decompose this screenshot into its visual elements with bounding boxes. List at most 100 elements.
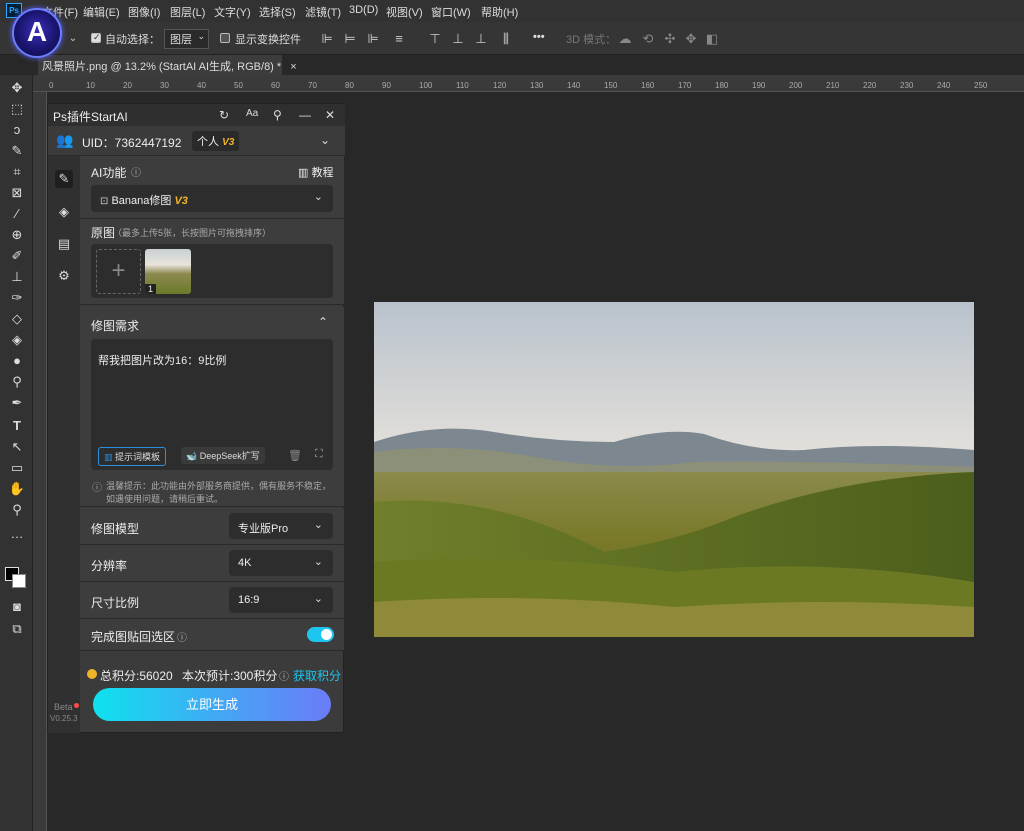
align-bottom-icon[interactable]: ⊥ bbox=[472, 30, 490, 48]
generate-button[interactable]: 立即生成 bbox=[93, 688, 331, 721]
edit-icon[interactable]: ✎ bbox=[55, 170, 73, 188]
menu-window[interactable]: 窗口(W) bbox=[431, 4, 471, 20]
prompt-template-button[interactable]: ▥ 提示词模板 bbox=[98, 447, 167, 466]
distribute-icon[interactable]: ≡ bbox=[390, 30, 408, 48]
blur-tool-icon[interactable]: ● bbox=[8, 352, 26, 370]
zoom-tool-icon[interactable]: ⚲ bbox=[8, 501, 26, 519]
document-icon[interactable]: ▤ bbox=[55, 235, 73, 253]
menu-select[interactable]: 选择(S) bbox=[259, 4, 296, 20]
model-row: 修图模型 专业版Pro ⌄ bbox=[80, 508, 344, 545]
layers-icon[interactable]: ◈ bbox=[55, 203, 73, 221]
canvas-image[interactable] bbox=[374, 302, 974, 637]
tutorial-link[interactable]: ▥ 教程 bbox=[298, 164, 333, 180]
request-textarea[interactable]: 帮我把图片改为16：9比例 ▥ 提示词模板 🐋 DeepSeek扩写 🗑 ⛶ bbox=[91, 339, 333, 470]
startai-logo[interactable]: A bbox=[12, 8, 62, 58]
tools-panel: ✥ ⬚ ↄ ✎ ⌗ ⊠ ⁄ ⊕ ✐ ⊥ ✑ ◇ ◈ ● ⚲ ✒ T ↖ ▭ ✋ … bbox=[0, 75, 33, 831]
brush-tool-icon[interactable]: ✐ bbox=[8, 247, 26, 265]
more-tools-icon[interactable]: … bbox=[8, 525, 26, 543]
stamp-tool-icon[interactable]: ⊥ bbox=[8, 268, 26, 286]
ratio-label: 尺寸比例 bbox=[91, 596, 140, 610]
menu-filter[interactable]: 滤镜(T) bbox=[305, 4, 341, 20]
document-tab[interactable]: 风景照片.png @ 13.2% (StartAI AI生成, RGB/8) *… bbox=[38, 55, 297, 75]
align-left-icon[interactable]: ⊫ bbox=[318, 30, 336, 48]
auto-select-dropdown[interactable]: 图层 ⌄ bbox=[164, 29, 209, 49]
font-size-icon[interactable]: Aa bbox=[246, 108, 258, 119]
menu-image[interactable]: 图像(I) bbox=[128, 4, 160, 20]
panel-title: Ps插件StartAI bbox=[53, 110, 128, 124]
pen-tool-icon[interactable]: ✒ bbox=[8, 394, 26, 412]
slide-icon[interactable]: ✥ bbox=[682, 30, 700, 48]
paste-back-toggle[interactable] bbox=[307, 627, 334, 642]
chevron-down-icon[interactable]: ⌄ bbox=[64, 30, 82, 48]
quick-mask-icon[interactable]: ◙ bbox=[8, 598, 26, 616]
align-right-icon[interactable]: ⊫ bbox=[364, 30, 382, 48]
marquee-tool-icon[interactable]: ⬚ bbox=[8, 100, 26, 118]
paint-bucket-icon[interactable]: ◈ bbox=[8, 331, 26, 349]
ruler-mark: 50 bbox=[234, 81, 243, 90]
align-center-icon[interactable]: ⊨ bbox=[341, 30, 359, 48]
menu-type[interactable]: 文字(Y) bbox=[214, 4, 251, 20]
eyedropper-tool-icon[interactable]: ⁄ bbox=[8, 205, 26, 223]
distribute-vertical-icon[interactable]: ⫼ bbox=[497, 30, 515, 48]
auto-select-checkbox[interactable] bbox=[91, 32, 101, 43]
menu-layer[interactable]: 图层(L) bbox=[170, 4, 205, 20]
frame-tool-icon[interactable]: ⊠ bbox=[8, 184, 26, 202]
close-tab-icon[interactable]: × bbox=[290, 61, 296, 73]
minimize-icon[interactable]: — bbox=[299, 108, 311, 122]
roll-icon[interactable]: ⟲ bbox=[639, 30, 657, 48]
hand-tool-icon[interactable]: ✋ bbox=[8, 480, 26, 498]
ratio-dropdown[interactable]: 16:9 ⌄ bbox=[229, 587, 333, 613]
orbit-icon[interactable]: ☁ bbox=[616, 30, 634, 48]
get-points-link[interactable]: 获取积分 bbox=[293, 667, 341, 684]
screen-mode-icon[interactable]: ⧉ bbox=[8, 620, 26, 638]
ruler-mark: 30 bbox=[160, 81, 169, 90]
show-transform-checkbox[interactable] bbox=[220, 33, 230, 43]
rectangle-tool-icon[interactable]: ▭ bbox=[8, 459, 26, 477]
ai-function-section: AI功能 ⓘ ▥ 教程 ⊡ Banana修图 V3 ⌄ bbox=[80, 156, 344, 219]
ai-function-dropdown[interactable]: ⊡ Banana修图 V3 ⌄ bbox=[91, 185, 333, 212]
tutorial-label: 教程 bbox=[311, 167, 334, 179]
menu-help[interactable]: 帮助(H) bbox=[481, 4, 518, 20]
close-icon[interactable]: ✕ bbox=[325, 108, 335, 122]
model-dropdown[interactable]: 专业版Pro ⌄ bbox=[229, 513, 333, 539]
landscape-photo bbox=[374, 302, 974, 637]
path-select-icon[interactable]: ↖ bbox=[8, 438, 26, 456]
ruler-mark: 180 bbox=[715, 81, 729, 90]
info-icon[interactable]: ⓘ bbox=[177, 629, 187, 644]
deepseek-expand-button[interactable]: 🐋 DeepSeek扩写 bbox=[181, 447, 265, 464]
crop-tool-icon[interactable]: ⌗ bbox=[8, 163, 26, 181]
delete-icon[interactable]: 🗑 bbox=[288, 449, 302, 462]
ruler-mark: 170 bbox=[678, 81, 692, 90]
drag-icon[interactable]: ✣ bbox=[661, 30, 679, 48]
chevron-up-icon[interactable]: ⌃ bbox=[318, 315, 328, 329]
resolution-dropdown[interactable]: 4K ⌄ bbox=[229, 550, 333, 576]
more-options-button[interactable]: ••• bbox=[533, 31, 545, 43]
pin-icon[interactable]: ⚲ bbox=[273, 108, 282, 122]
menu-3d[interactable]: 3D(D) bbox=[349, 4, 378, 16]
eraser-tool-icon[interactable]: ◇ bbox=[8, 310, 26, 328]
add-image-button[interactable]: + bbox=[96, 249, 141, 294]
dodge-tool-icon[interactable]: ⚲ bbox=[8, 373, 26, 391]
info-icon[interactable]: ⓘ bbox=[279, 668, 289, 683]
lasso-tool-icon[interactable]: ↄ bbox=[8, 121, 26, 139]
move-tool-icon[interactable]: ✥ bbox=[8, 79, 26, 97]
source-thumbnail[interactable]: 1 bbox=[145, 249, 191, 294]
info-icon[interactable]: ⓘ bbox=[131, 164, 141, 179]
quick-select-tool-icon[interactable]: ✎ bbox=[8, 142, 26, 160]
ruler-mark: 140 bbox=[567, 81, 581, 90]
scale-icon[interactable]: ◧ bbox=[703, 30, 721, 48]
healing-tool-icon[interactable]: ⊕ bbox=[8, 226, 26, 244]
align-middle-icon[interactable]: ⊥ bbox=[449, 30, 467, 48]
expand-icon[interactable]: ⛶ bbox=[315, 448, 323, 461]
chevron-down-icon[interactable]: ⌄ bbox=[320, 133, 330, 147]
ruler-mark: 10 bbox=[86, 81, 95, 90]
align-top-icon[interactable]: ⊤ bbox=[426, 30, 444, 48]
background-color-swatch[interactable] bbox=[12, 574, 26, 588]
menu-edit[interactable]: 编辑(E) bbox=[83, 4, 120, 20]
settings-icon[interactable]: ⚙ bbox=[55, 267, 73, 285]
type-tool-icon[interactable]: T bbox=[8, 417, 26, 435]
history-brush-icon[interactable]: ✑ bbox=[8, 289, 26, 307]
template-icon: ▥ bbox=[104, 452, 113, 462]
menu-view[interactable]: 视图(V) bbox=[386, 4, 423, 20]
refresh-icon[interactable]: ↻ bbox=[219, 108, 229, 122]
